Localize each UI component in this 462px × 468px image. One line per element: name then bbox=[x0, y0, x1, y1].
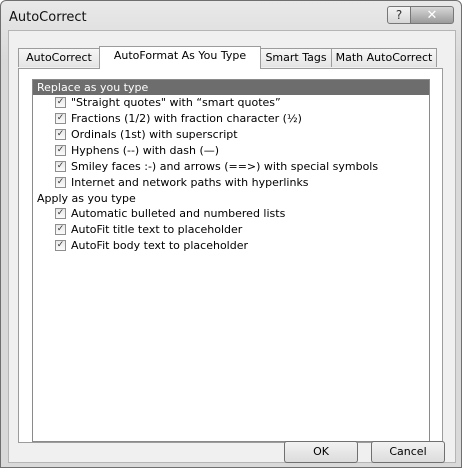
item-label: Smiley faces :-) and arrows (==>) with s… bbox=[71, 160, 379, 173]
tab-autoformat-as-you-type[interactable]: AutoFormat As You Type bbox=[99, 46, 261, 69]
help-button[interactable]: ? bbox=[387, 6, 411, 24]
list-item[interactable]: ✓ Automatic bulleted and numbered lists bbox=[33, 206, 429, 222]
item-label: Automatic bulleted and numbered lists bbox=[71, 207, 286, 220]
dialog-client-area: AutoCorrect AutoFormat As You Type Smart… bbox=[8, 30, 456, 463]
dialog-title: AutoCorrect bbox=[9, 10, 87, 25]
group-heading-replace[interactable]: Replace as you type bbox=[33, 80, 429, 95]
list-item[interactable]: ✓ Internet and network paths with hyperl… bbox=[33, 175, 429, 191]
list-item[interactable]: ✓ "Straight quotes" with “smart quotes” bbox=[33, 95, 429, 111]
item-label: AutoFit title text to placeholder bbox=[71, 223, 243, 236]
checkbox-autofit-body[interactable]: ✓ bbox=[55, 240, 66, 251]
item-label: Fractions (1/2) with fraction character … bbox=[71, 112, 302, 125]
tab-smart-tags[interactable]: Smart Tags bbox=[260, 48, 332, 67]
tab-strip: AutoCorrect AutoFormat As You Type Smart… bbox=[18, 46, 438, 69]
tab-math-autocorrect[interactable]: Math AutoCorrect bbox=[331, 48, 437, 67]
checkbox-ordinals[interactable]: ✓ bbox=[55, 129, 66, 140]
tab-autocorrect[interactable]: AutoCorrect bbox=[18, 48, 100, 67]
checkbox-straight-quotes[interactable]: ✓ bbox=[55, 97, 66, 108]
list-item[interactable]: ✓ AutoFit body text to placeholder bbox=[33, 238, 429, 254]
checkbox-bulleted-lists[interactable]: ✓ bbox=[55, 208, 66, 219]
checkbox-smiley-faces[interactable]: ✓ bbox=[55, 161, 66, 172]
checkbox-autofit-title[interactable]: ✓ bbox=[55, 224, 66, 235]
ok-button[interactable]: OK bbox=[284, 441, 358, 463]
list-item[interactable]: ✓ Ordinals (1st) with superscript bbox=[33, 127, 429, 143]
list-item[interactable]: ✓ AutoFit title text to placeholder bbox=[33, 222, 429, 238]
item-label: AutoFit body text to placeholder bbox=[71, 239, 249, 252]
list-item[interactable]: ✓ Smiley faces :-) and arrows (==>) with… bbox=[33, 159, 429, 175]
group-heading-apply[interactable]: Apply as you type bbox=[33, 191, 429, 206]
cancel-button[interactable]: Cancel bbox=[371, 441, 445, 463]
checkbox-hyphens[interactable]: ✓ bbox=[55, 145, 66, 156]
checkbox-fractions[interactable]: ✓ bbox=[55, 113, 66, 124]
autocorrect-dialog: AutoCorrect ? ✕ AutoCorrect AutoFormat A… bbox=[0, 0, 462, 468]
tab-panel: Replace as you type ✓ "Straight quotes" … bbox=[18, 68, 443, 443]
item-label: Hyphens (--) with dash (—) bbox=[71, 144, 220, 157]
list-item[interactable]: ✓ Hyphens (--) with dash (—) bbox=[33, 143, 429, 159]
options-list[interactable]: Replace as you type ✓ "Straight quotes" … bbox=[32, 79, 430, 442]
item-label: "Straight quotes" with “smart quotes” bbox=[71, 96, 281, 109]
item-label: Internet and network paths with hyperlin… bbox=[71, 176, 309, 189]
close-button[interactable]: ✕ bbox=[410, 6, 454, 24]
help-icon: ? bbox=[395, 8, 403, 22]
item-label: Ordinals (1st) with superscript bbox=[71, 128, 238, 141]
list-item[interactable]: ✓ Fractions (1/2) with fraction characte… bbox=[33, 111, 429, 127]
close-icon: ✕ bbox=[426, 7, 438, 23]
checkbox-hyperlinks[interactable]: ✓ bbox=[55, 177, 66, 188]
